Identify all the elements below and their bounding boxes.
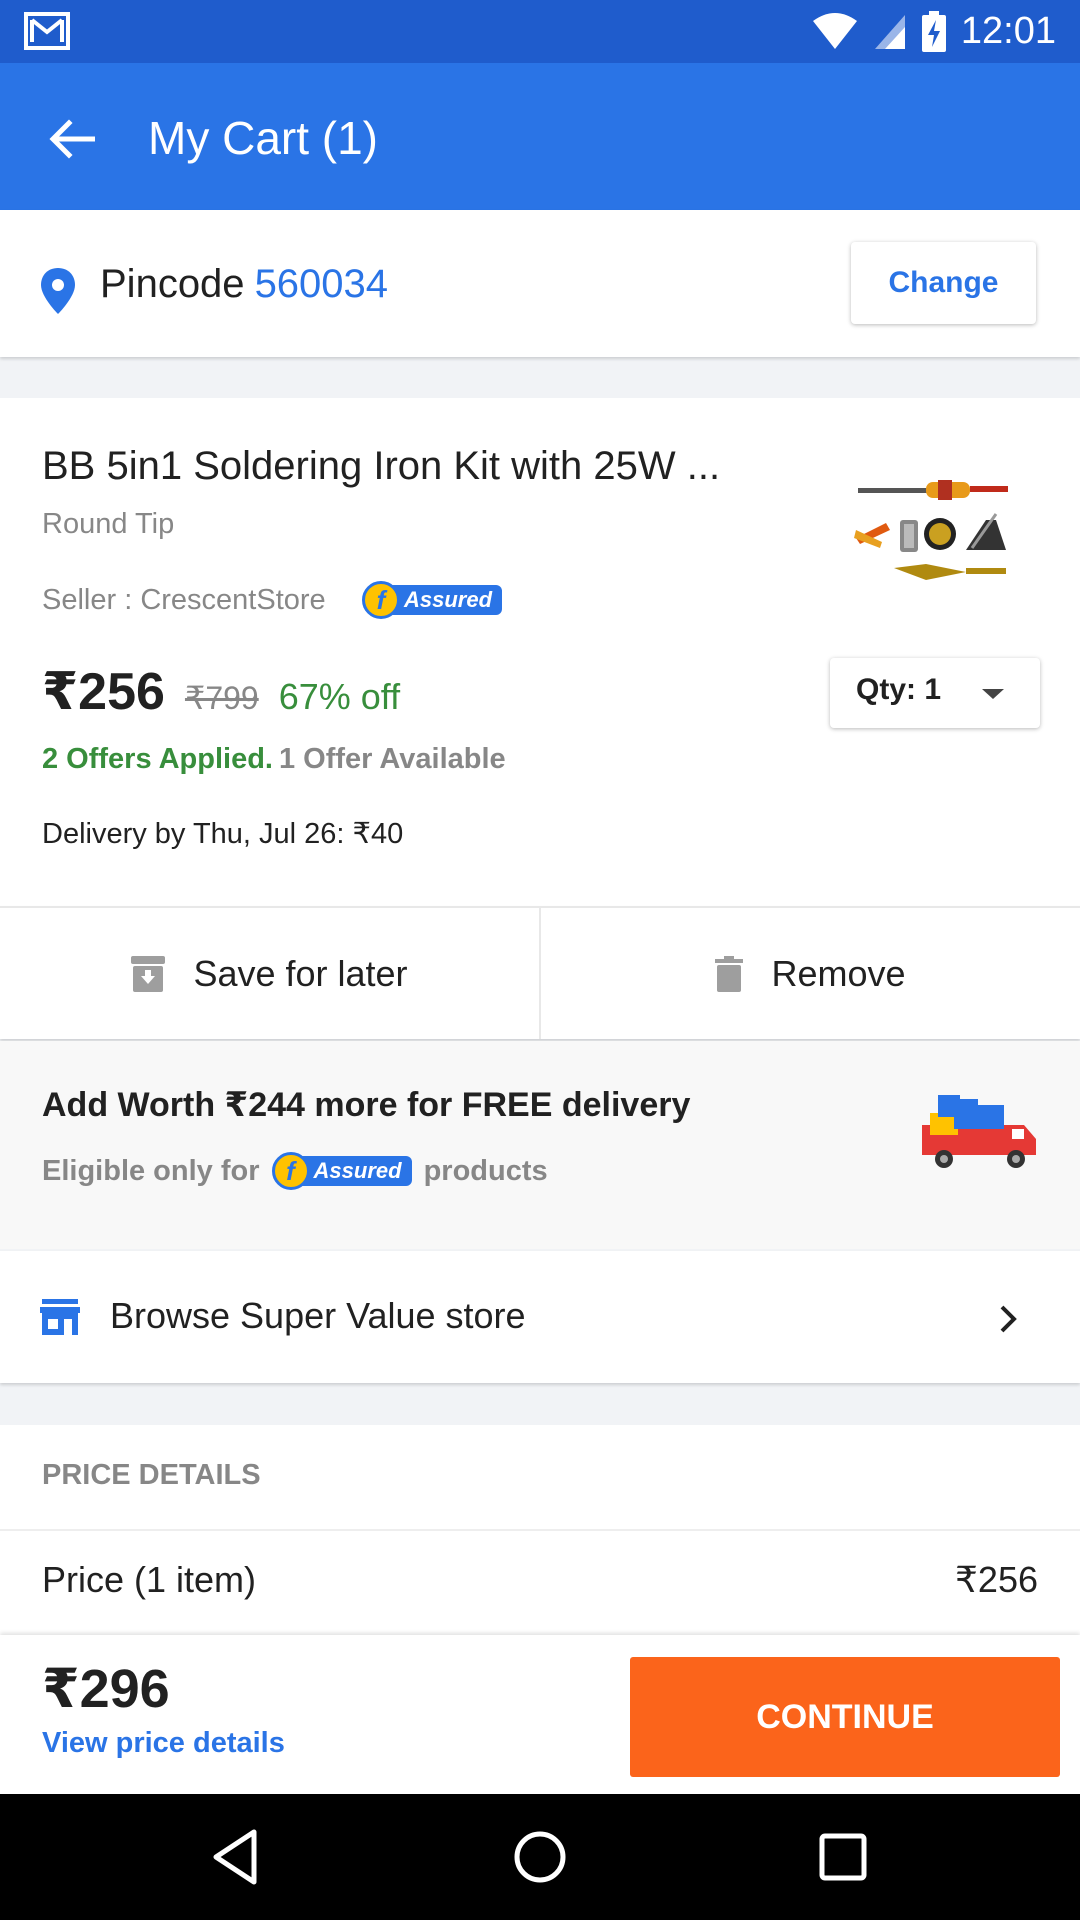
arrow-back-icon [49,119,95,159]
price-row-label: Price (1 item) [42,1559,257,1600]
browse-store-label: Browse Super Value store [110,1295,526,1336]
product-mrp: ₹799 [184,680,259,716]
back-button[interactable] [36,103,108,175]
trash-icon [715,955,744,992]
product-title[interactable]: BB 5in1 Soldering Iron Kit with 25W ... [42,444,720,489]
free-delivery-subtitle: Eligible only for f Assured products [42,1151,548,1191]
assured-badge: f Assured [271,1151,412,1191]
quantity-dropdown[interactable]: Qty: 1 [830,658,1040,728]
change-pincode-button[interactable]: Change [851,242,1036,324]
nav-home-icon[interactable] [507,1824,573,1890]
assured-badge-text: Assured [384,585,503,615]
free-delivery-sub-suffix: products [423,1154,548,1187]
location-pin-icon [41,268,75,314]
gmail-icon [24,12,70,50]
product-price: ₹256 [42,663,165,721]
offers-available: 1 Offer Available [278,743,506,775]
store-icon [40,1299,80,1335]
status-bar: 12:01 [0,0,1080,63]
pincode-label-text: Pincode [100,262,245,306]
product-image[interactable] [846,468,1026,598]
continue-button[interactable]: CONTINUE [630,1657,1060,1777]
archive-icon [131,955,166,992]
nav-back-icon[interactable] [204,1824,270,1890]
checkout-bar: ₹296 View price details CONTINUE [0,1635,1080,1794]
delivery-truck-icon [922,1095,1036,1168]
wifi-icon [812,12,857,49]
remove-button[interactable]: Remove [539,908,1080,1039]
battery-charging-icon [921,10,946,52]
page-title: My Cart (1) [148,112,378,164]
status-time: 12:01 [960,10,1056,52]
app-toolbar: My Cart (1) [0,63,1080,210]
chevron-right-icon [1000,1305,1017,1333]
assured-badge-text: Assured [293,1156,412,1186]
offers-applied: 2 Offers Applied. [42,743,273,775]
quantity-label: Qty: 1 [856,673,942,706]
save-for-later-label: Save for later [193,952,408,994]
product-seller: Seller : CrescentStore [42,584,326,616]
divider [0,1529,1080,1531]
offers-info[interactable]: 2 Offers Applied. 1 Offer Available [42,743,506,776]
price-details-heading: PRICE DETAILS [42,1459,261,1491]
total-amount: ₹296 [42,1659,170,1719]
flipkart-f-icon: f [362,581,400,619]
price-row-value: ₹256 [955,1559,1038,1600]
free-delivery-banner: Add Worth ₹244 more for FREE delivery El… [0,1041,1080,1249]
browse-super-value-store[interactable]: Browse Super Value store [0,1251,1080,1383]
view-price-details-link[interactable]: View price details [42,1727,285,1760]
free-delivery-sub-prefix: Eligible only for [42,1154,260,1187]
remove-label: Remove [771,952,906,994]
delivery-info: Delivery by Thu, Jul 26: ₹40 [42,818,404,850]
pincode-label: Pincode 560034 [100,262,388,307]
free-delivery-title: Add Worth ₹244 more for FREE delivery [42,1086,691,1124]
assured-badge: f Assured [362,580,503,620]
caret-down-icon [982,689,1004,699]
product-variant: Round Tip [42,508,175,540]
product-discount: 67% off [278,676,401,717]
flipkart-f-icon: f [271,1152,310,1190]
price-row: ₹256 ₹799 67% off [42,662,400,722]
signal-icon [874,14,905,49]
save-for-later-button[interactable]: Save for later [0,908,539,1039]
system-nav-bar [0,1794,1080,1920]
price-details: PRICE DETAILS Price (1 item) ₹256 [0,1425,1080,1635]
pincode-section: Pincode 560034 Change [0,210,1080,357]
nav-recents-icon[interactable] [810,1824,876,1890]
cart-item: BB 5in1 Soldering Iron Kit with 25W ... … [0,398,1080,906]
cart-item-actions: Save for later Remove [0,906,1080,1039]
pincode-value: 560034 [254,262,389,306]
